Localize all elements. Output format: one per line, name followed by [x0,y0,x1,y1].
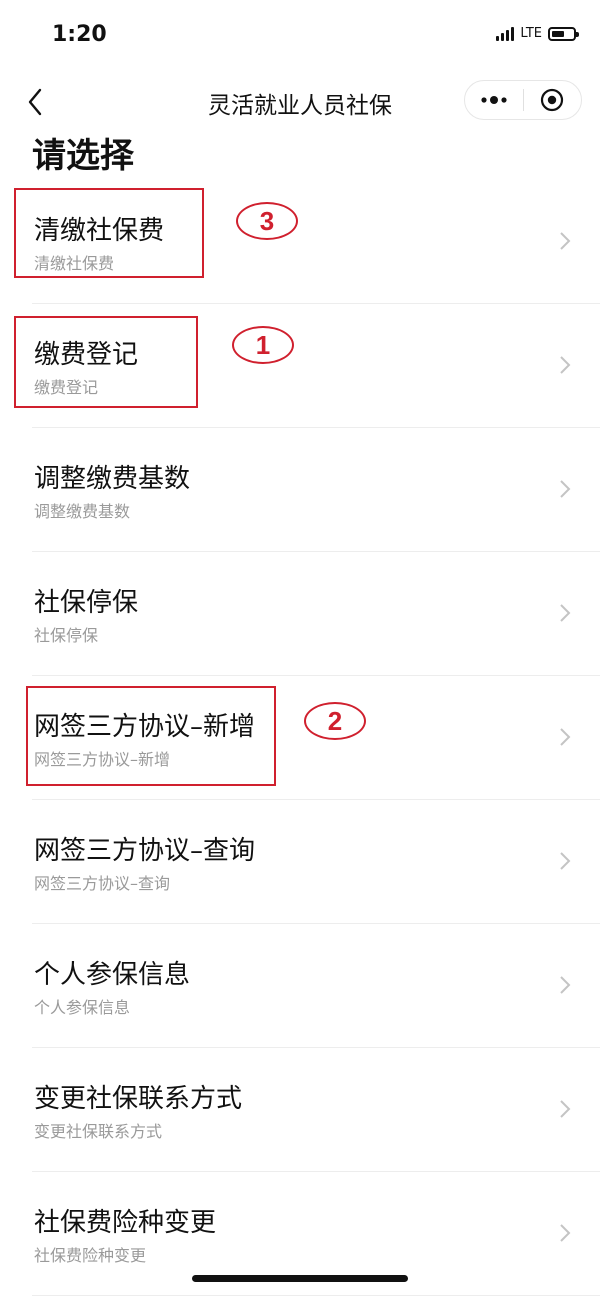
home-indicator [192,1275,408,1282]
list-separator [32,1295,600,1296]
step-badge-3: 3 [236,202,298,240]
list-item-subtitle: 调整缴费基数 [34,502,131,521]
list-item-title: 调整缴费基数 [34,464,191,494]
list-item-agreement-query[interactable]: 网签三方协议–查询 网签三方协议–查询 [0,800,600,924]
status-bar: 1:20 LTE [0,0,600,72]
chevron-right-icon [560,480,571,498]
list-item-suspend-insurance[interactable]: 社保停保 社保停保 [0,552,600,676]
chevron-right-icon [560,604,571,622]
step-badge-1: 1 [232,326,294,364]
list-item-title: 社保停保 [34,588,139,618]
list-item-subtitle: 社保费险种变更 [34,1246,147,1265]
chevron-right-icon [560,976,571,994]
network-type: LTE [520,26,542,41]
step-badge-2: 2 [304,702,366,740]
status-time: 1:20 [52,22,107,47]
chevron-right-icon [560,1100,571,1118]
chevron-right-icon [560,1224,571,1242]
list-item-change-contact[interactable]: 变更社保联系方式 变更社保联系方式 [0,1048,600,1172]
list-item-title: 变更社保联系方式 [34,1084,243,1114]
chevron-right-icon [560,852,571,870]
list-item-title: 网签三方协议–查询 [34,836,256,866]
chevron-right-icon [560,356,571,374]
list-item-subtitle: 社保停保 [34,626,99,645]
list-item-subtitle: 变更社保联系方式 [34,1122,163,1141]
list-item-title: 社保费险种变更 [34,1208,217,1238]
page-heading: 请选择 [32,136,134,176]
signal-icon [496,26,515,41]
highlight-box-payment-registration [14,316,198,408]
chevron-right-icon [560,232,571,250]
highlight-box-agreement-add [26,686,276,786]
list-item-adjust-base[interactable]: 调整缴费基数 调整缴费基数 [0,428,600,552]
list-item-personal-info[interactable]: 个人参保信息 个人参保信息 [0,924,600,1048]
nav-bar: 灵活就业人员社保 [0,72,600,132]
record-icon[interactable] [523,81,581,119]
mini-program-capsule [464,80,582,120]
list-item-title: 个人参保信息 [34,960,191,990]
chevron-right-icon [560,728,571,746]
more-icon[interactable] [465,81,523,119]
list-item-subtitle: 网签三方协议–查询 [34,874,171,893]
list-item-subtitle: 个人参保信息 [34,998,131,1017]
highlight-box-clear-fees [14,188,204,278]
battery-icon [548,26,579,41]
status-indicators: LTE [496,26,579,41]
